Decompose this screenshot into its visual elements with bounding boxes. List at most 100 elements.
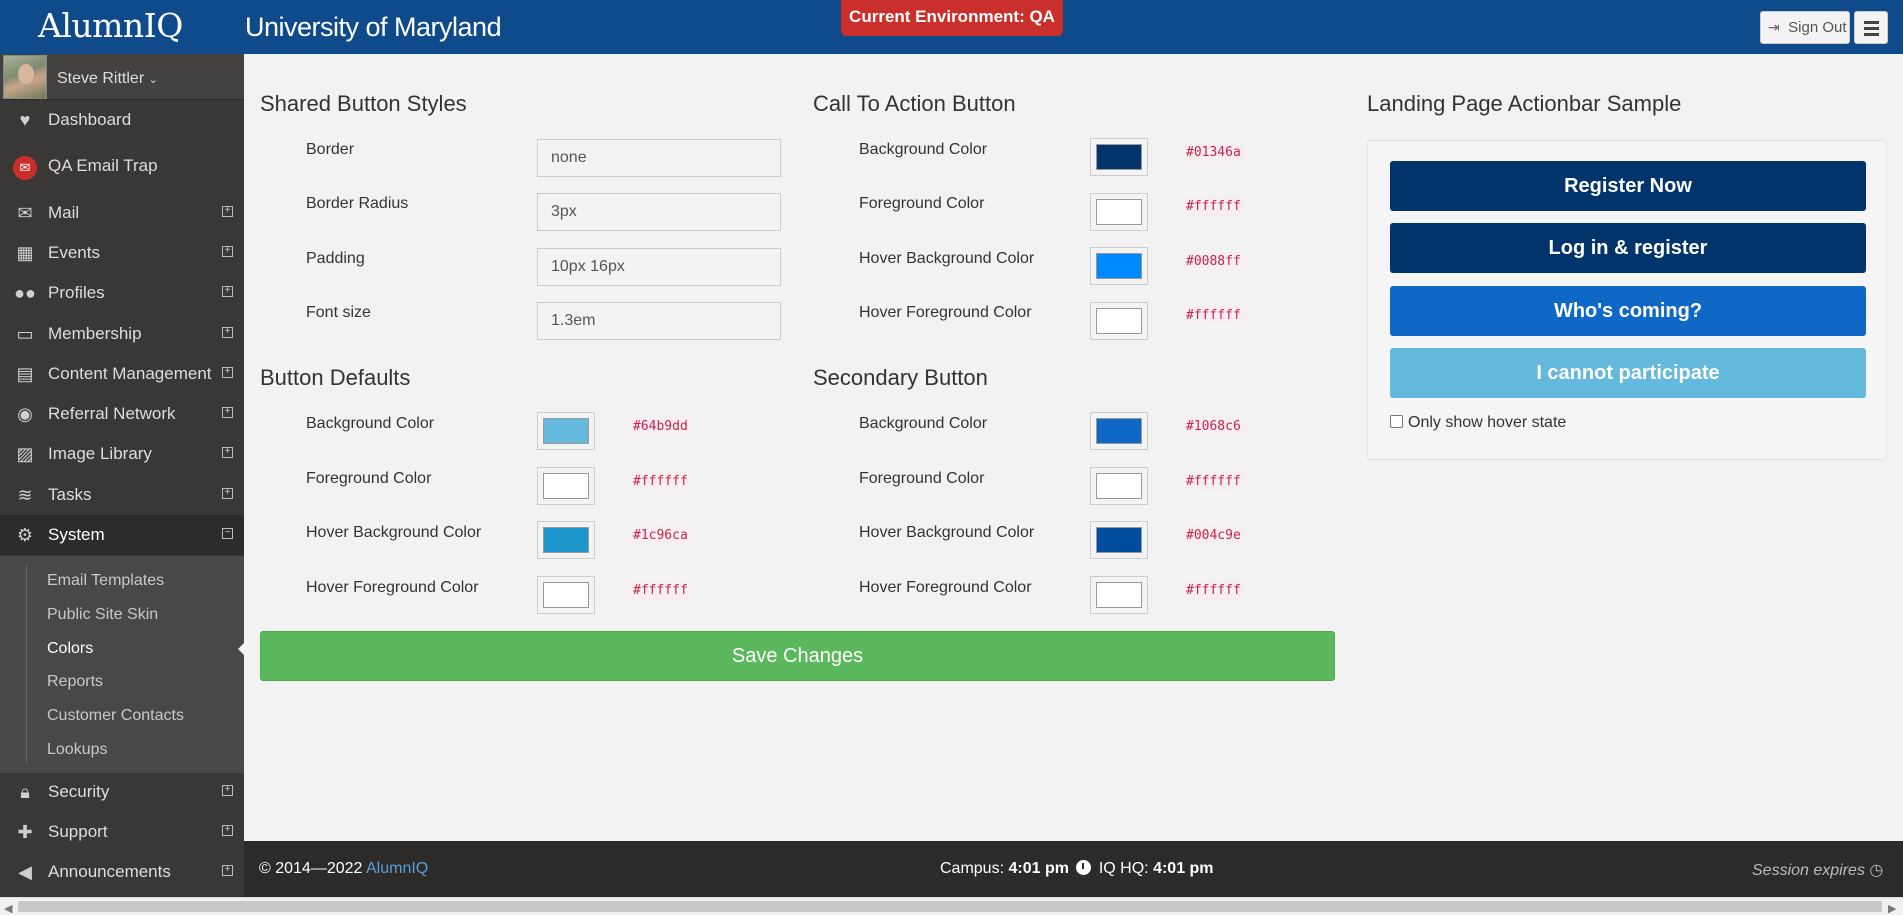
horizontal-scrollbar[interactable]: ◀ ▶ <box>0 897 1903 915</box>
expand-icon: + <box>222 327 233 338</box>
defaults-hover-fg-label: Hover Foreground Color <box>306 579 479 596</box>
sidebar-item-qa-email-trap[interactable]: ✉ QA Email Trap <box>0 146 244 186</box>
user-menu[interactable]: Steve Rittler ⌄ <box>0 54 244 100</box>
save-changes-button[interactable]: Save Changes <box>260 631 1335 681</box>
checkbox-box[interactable] <box>1390 415 1403 428</box>
expand-icon: + <box>222 825 233 836</box>
submenu-item-reports[interactable]: Reports <box>47 673 103 691</box>
podcast-icon: ◉ <box>17 404 33 424</box>
cta-hover-bg-color-picker[interactable] <box>1090 247 1148 285</box>
sidebar-item-system[interactable]: ⚙ System − <box>0 515 244 555</box>
submenu-item-public-site-skin[interactable]: Public Site Skin <box>47 606 158 624</box>
sample-title: Landing Page Actionbar Sample <box>1367 91 1682 116</box>
submenu-item-email-templates[interactable]: Email Templates <box>47 572 164 590</box>
copyright-text: © 2014—2022 <box>259 860 366 877</box>
session-expires[interactable]: Session expires ◷ <box>1752 860 1883 880</box>
newspaper-icon: ▤ <box>16 364 34 384</box>
sidebar-item-image-library[interactable]: ▨ Image Library + <box>0 434 244 474</box>
defaults-hover-fg-color-picker[interactable] <box>537 576 595 614</box>
sidebar-item-membership[interactable]: ▭ Membership + <box>0 314 244 354</box>
sidebar-item-mail[interactable]: ✉ Mail + <box>0 193 244 233</box>
whos-coming-button[interactable]: Who's coming? <box>1390 286 1866 336</box>
user-name: Steve Rittler <box>57 70 145 87</box>
cta-bg-hex: #01346a <box>1182 143 1245 162</box>
menu-button[interactable] <box>1854 11 1888 44</box>
clock-icon <box>1076 860 1092 875</box>
secondary-hover-bg-color-picker[interactable] <box>1090 521 1148 559</box>
clock-readout: Campus: 4:01 pm IQ HQ: 4:01 pm <box>940 860 1214 877</box>
secondary-fg-label: Foreground Color <box>859 470 985 487</box>
hq-time: 4:01 pm <box>1153 860 1214 877</box>
system-submenu: Email Templates Public Site Skin Colors … <box>0 556 245 773</box>
sidebar-item-referral-network[interactable]: ◉ Referral Network + <box>0 394 244 434</box>
font-size-input[interactable]: 1.3em <box>537 302 781 340</box>
secondary-hover-fg-color-picker[interactable] <box>1090 576 1148 614</box>
calendar-icon: ▦ <box>16 243 34 263</box>
secondary-bg-hex: #1068c6 <box>1182 417 1245 436</box>
sidebar-item-events[interactable]: ▦ Events + <box>0 233 244 273</box>
border-input[interactable]: none <box>537 139 781 177</box>
submenu-item-lookups[interactable]: Lookups <box>47 741 108 759</box>
heartbeat-icon: ♥ <box>19 110 31 130</box>
scroll-right-icon[interactable]: ▶ <box>1888 902 1896 915</box>
expand-icon: + <box>222 286 233 297</box>
button-defaults-title: Button Defaults <box>260 365 411 390</box>
cta-fg-color-picker[interactable] <box>1090 193 1148 231</box>
defaults-fg-color-picker[interactable] <box>537 467 595 505</box>
border-radius-input[interactable]: 3px <box>537 193 781 231</box>
cta-title: Call To Action Button <box>813 91 1016 116</box>
submenu-item-customer-contacts[interactable]: Customer Contacts <box>47 707 184 725</box>
register-now-button[interactable]: Register Now <box>1390 161 1866 211</box>
sidebar-item-profiles[interactable]: ●● Profiles + <box>0 273 244 313</box>
secondary-fg-color-picker[interactable] <box>1090 467 1148 505</box>
email-trap-icon: ✉ <box>12 156 38 180</box>
sign-out-button[interactable]: ⇥ Sign Out <box>1760 11 1850 44</box>
alumniq-link[interactable]: AlumnIQ <box>366 860 428 877</box>
expand-icon: + <box>222 865 233 876</box>
bullhorn-icon: ◀ <box>18 862 32 882</box>
lock-icon: 🔒︎ <box>20 782 30 802</box>
hover-state-checkbox[interactable]: Only show hover state <box>1390 414 1566 432</box>
footer: © 2014—2022 AlumnIQ Campus: 4:01 pm IQ H… <box>244 841 1903 897</box>
scroll-left-icon[interactable]: ◀ <box>4 902 12 915</box>
cta-bg-color-picker[interactable] <box>1090 138 1148 176</box>
sidebar-item-support[interactable]: ✚ Support + <box>0 812 244 852</box>
font-size-label: Font size <box>306 304 371 321</box>
defaults-hover-fg-hex: #ffffff <box>629 581 692 600</box>
sidebar-item-tasks[interactable]: ≋ Tasks + <box>0 475 244 515</box>
alumniq-logo[interactable]: AlumnIQ <box>38 6 183 45</box>
sidebar-item-security[interactable]: 🔒︎ Security + <box>0 772 244 812</box>
defaults-hover-bg-label: Hover Background Color <box>306 524 482 541</box>
sidebar-item-dashboard[interactable]: ♥ Dashboard <box>0 100 244 140</box>
scroll-thumb[interactable] <box>18 901 1882 912</box>
submenu-item-colors[interactable]: Colors <box>47 640 93 658</box>
database-icon: ≋ <box>17 485 33 505</box>
sidebar-item-content-management[interactable]: ▤ Content Management + <box>0 354 244 394</box>
log-in-register-button[interactable]: Log in & register <box>1390 223 1866 273</box>
id-card-icon: ▭ <box>16 324 34 344</box>
secondary-title: Secondary Button <box>813 365 988 390</box>
sidebar-item-announcements[interactable]: ◀ Announcements + <box>0 852 244 892</box>
border-radius-label: Border Radius <box>306 195 409 212</box>
defaults-hover-bg-color-picker[interactable] <box>537 521 595 559</box>
secondary-bg-label: Background Color <box>859 415 988 432</box>
expand-icon: + <box>222 246 233 257</box>
shared-styles-title: Shared Button Styles <box>260 91 467 116</box>
active-caret <box>238 642 245 656</box>
expand-icon: + <box>222 785 233 796</box>
padding-input[interactable]: 10px 16px <box>537 248 781 286</box>
secondary-hover-fg-label: Hover Foreground Color <box>859 579 1032 596</box>
cannot-participate-button[interactable]: I cannot participate <box>1390 348 1866 398</box>
defaults-bg-color-picker[interactable] <box>537 412 595 450</box>
secondary-fg-hex: #ffffff <box>1182 472 1245 491</box>
secondary-hover-bg-label: Hover Background Color <box>859 524 1035 541</box>
secondary-hover-fg-hex: #ffffff <box>1182 581 1245 600</box>
cta-hover-fg-hex: #ffffff <box>1182 306 1245 325</box>
expand-icon: + <box>222 447 233 458</box>
cta-hover-fg-color-picker[interactable] <box>1090 302 1148 340</box>
expand-icon: + <box>222 367 233 378</box>
clock-icon: ◷ <box>1869 862 1884 879</box>
secondary-bg-color-picker[interactable] <box>1090 412 1148 450</box>
defaults-fg-label: Foreground Color <box>306 470 432 487</box>
envelope-icon: ✉ <box>17 203 33 223</box>
